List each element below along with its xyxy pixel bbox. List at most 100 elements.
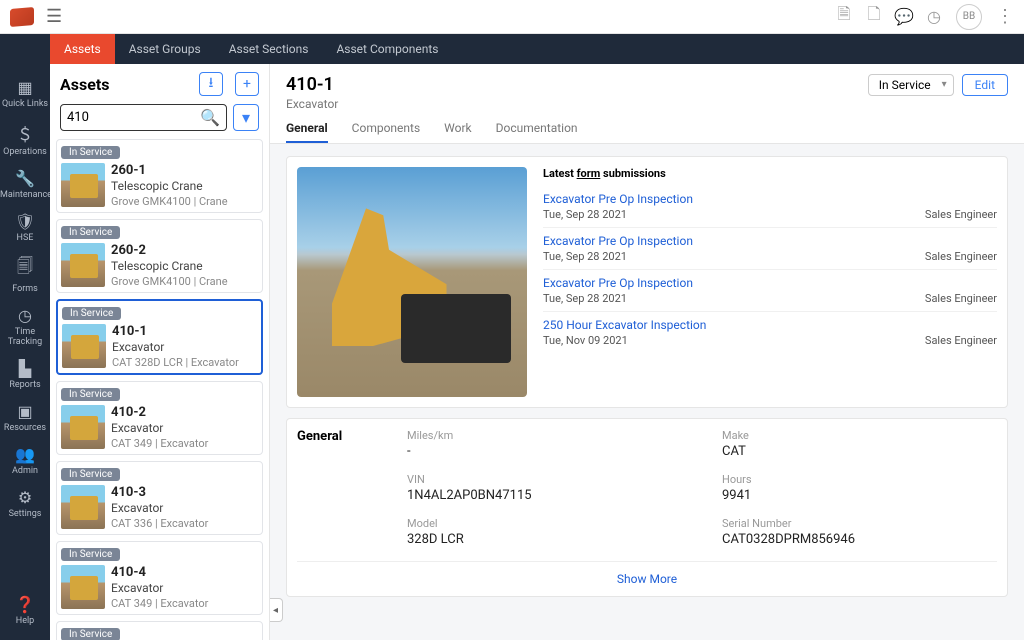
submission-date: Tue, Sep 28 2021: [543, 292, 693, 305]
status-badge: In Service: [61, 628, 120, 640]
doc-outline-icon[interactable]: 🗋: [866, 9, 882, 25]
submission-role: Sales Engineer: [925, 334, 997, 347]
dollar-icon: ＄: [0, 121, 50, 145]
asset-thumbnail: [61, 243, 105, 287]
asset-list[interactable]: In Service 260-1 Telescopic Crane Grove …: [50, 139, 269, 640]
status-badge: In Service: [61, 468, 120, 481]
asset-id: 410-2: [111, 405, 258, 420]
asset-subtype: CAT 336 | Excavator: [111, 517, 258, 530]
nav-quick-links[interactable]: ▦Quick Links: [0, 72, 50, 115]
asset-card[interactable]: In Service 410-4 Excavator CAT 349 | Exc…: [56, 541, 263, 615]
field-hours: Hours9941: [722, 473, 997, 503]
chart-icon: ▙: [0, 359, 50, 378]
asset-type: Excavator: [111, 581, 258, 595]
asset-thumbnail: [61, 405, 105, 449]
nav-reports[interactable]: ▙Reports: [0, 353, 50, 396]
general-fields: Miles/km- MakeCAT VIN1N4AL2AP0BN47115 Ho…: [407, 429, 997, 547]
asset-subtype: Grove GMK4100 | Crane: [111, 275, 258, 288]
status-select[interactable]: In Service: [868, 74, 954, 96]
help-icon: ❓: [0, 595, 50, 614]
nav-forms[interactable]: 🗐Forms: [0, 249, 50, 300]
clock-icon[interactable]: ◷: [926, 9, 942, 25]
module-tabs: Assets Asset Groups Asset Sections Asset…: [0, 34, 1024, 64]
show-more-link[interactable]: Show More: [297, 561, 997, 586]
asset-hero-image: [297, 167, 527, 397]
asset-list-title: Assets: [60, 75, 109, 94]
asset-card[interactable]: In Service 260-1 Telescopic Crane Grove …: [56, 139, 263, 213]
field-miles: Miles/km-: [407, 429, 682, 459]
asset-card[interactable]: In Service 260-2 Telescopic Crane Grove …: [56, 219, 263, 293]
nav-help[interactable]: ❓Help: [0, 589, 50, 632]
submission-role: Sales Engineer: [925, 250, 997, 263]
app-logo: [10, 6, 34, 26]
asset-id: 410-4: [111, 565, 258, 580]
dtab-documentation[interactable]: Documentation: [496, 121, 578, 143]
filter-button[interactable]: ▾: [233, 104, 259, 131]
submissions-panel: Latest form submissions Excavator Pre Op…: [286, 156, 1008, 408]
submission-row: Excavator Pre Op Inspection Tue, Sep 28 2…: [543, 186, 997, 228]
asset-card[interactable]: In Service 410-1 Excavator CAT 328D LCR …: [56, 299, 263, 375]
submission-link[interactable]: Excavator Pre Op Inspection: [543, 192, 693, 206]
detail-body: Latest form submissions Excavator Pre Op…: [270, 144, 1024, 640]
dtab-work[interactable]: Work: [444, 121, 471, 143]
asset-thumbnail: [61, 163, 105, 207]
submissions-heading: Latest form submissions: [543, 167, 997, 180]
asset-type: Telescopic Crane: [111, 259, 258, 273]
nav-maintenance[interactable]: 🔧Maintenance: [0, 163, 50, 206]
submission-role: Sales Engineer: [925, 208, 997, 221]
nav-settings[interactable]: ⚙Settings: [0, 482, 50, 525]
form-icon: 🗐: [0, 255, 50, 282]
asset-type: Excavator: [111, 421, 258, 435]
asset-type: Excavator: [111, 501, 258, 515]
shield-icon: 🛡: [0, 212, 50, 231]
menu-icon[interactable]: ☰: [46, 6, 62, 27]
detail-header: 410-1 Excavator In Service Edit: [270, 64, 1024, 111]
comments-icon[interactable]: 💬: [896, 9, 912, 25]
asset-card[interactable]: In Service 410-2 Excavator CAT 349 | Exc…: [56, 381, 263, 455]
grid-icon: ▦: [0, 78, 50, 97]
nav-time-tracking[interactable]: ◷Time Tracking: [0, 300, 50, 353]
asset-subtype: CAT 349 | Excavator: [111, 437, 258, 450]
nav-resources[interactable]: ▣Resources: [0, 396, 50, 439]
dtab-components[interactable]: Components: [352, 121, 421, 143]
tab-assets[interactable]: Assets: [50, 34, 115, 64]
asset-card[interactable]: In Service 410-3 Excavator CAT 336 | Exc…: [56, 461, 263, 535]
detail-tabs: General Components Work Documentation: [270, 111, 1024, 144]
edit-button[interactable]: Edit: [962, 74, 1008, 96]
search-icon[interactable]: 🔍: [200, 108, 220, 127]
nav-hse[interactable]: 🛡HSE: [0, 206, 50, 249]
nav-operations[interactable]: ＄Operations: [0, 115, 50, 163]
kebab-icon[interactable]: ⋮: [996, 6, 1014, 27]
dtab-general[interactable]: General: [286, 121, 328, 143]
asset-id: 410-1: [112, 324, 257, 339]
asset-thumbnail: [62, 324, 106, 368]
asset-id: 410-3: [111, 485, 258, 500]
submission-link[interactable]: Excavator Pre Op Inspection: [543, 276, 693, 290]
asset-title: 410-1: [286, 74, 338, 95]
submission-link[interactable]: Excavator Pre Op Inspection: [543, 234, 693, 248]
nav-admin[interactable]: 👥Admin: [0, 439, 50, 482]
add-asset-button[interactable]: +: [235, 72, 259, 96]
wrench-icon: 🔧: [0, 169, 50, 188]
topbar: ☰ 🗎 🗋 💬 ◷ BB ⋮: [0, 0, 1024, 34]
asset-list-header: Assets ⭳ +: [50, 64, 269, 104]
tab-asset-components[interactable]: Asset Components: [322, 34, 452, 64]
topbar-actions: 🗎 🗋 💬 ◷ BB ⋮: [836, 4, 1014, 30]
detail-actions: In Service Edit: [868, 74, 1008, 111]
tab-asset-sections[interactable]: Asset Sections: [215, 34, 323, 64]
asset-type: Telescopic Crane: [111, 179, 258, 193]
tab-asset-groups[interactable]: Asset Groups: [115, 34, 215, 64]
download-button[interactable]: ⭳: [199, 72, 223, 96]
search-input[interactable]: [67, 110, 200, 125]
status-badge: In Service: [61, 146, 120, 159]
search-box: 🔍: [60, 104, 227, 131]
asset-card[interactable]: In Service 410-5: [56, 621, 263, 640]
submission-date: Tue, Sep 28 2021: [543, 208, 693, 221]
avatar[interactable]: BB: [956, 4, 982, 30]
asset-id: 260-2: [111, 243, 258, 258]
collapse-handle[interactable]: ◂: [270, 598, 283, 622]
asset-subtitle: Excavator: [286, 97, 338, 111]
asset-subtype: CAT 349 | Excavator: [111, 597, 258, 610]
doc-filled-icon[interactable]: 🗎: [836, 9, 852, 25]
submission-link[interactable]: 250 Hour Excavator Inspection: [543, 318, 706, 332]
